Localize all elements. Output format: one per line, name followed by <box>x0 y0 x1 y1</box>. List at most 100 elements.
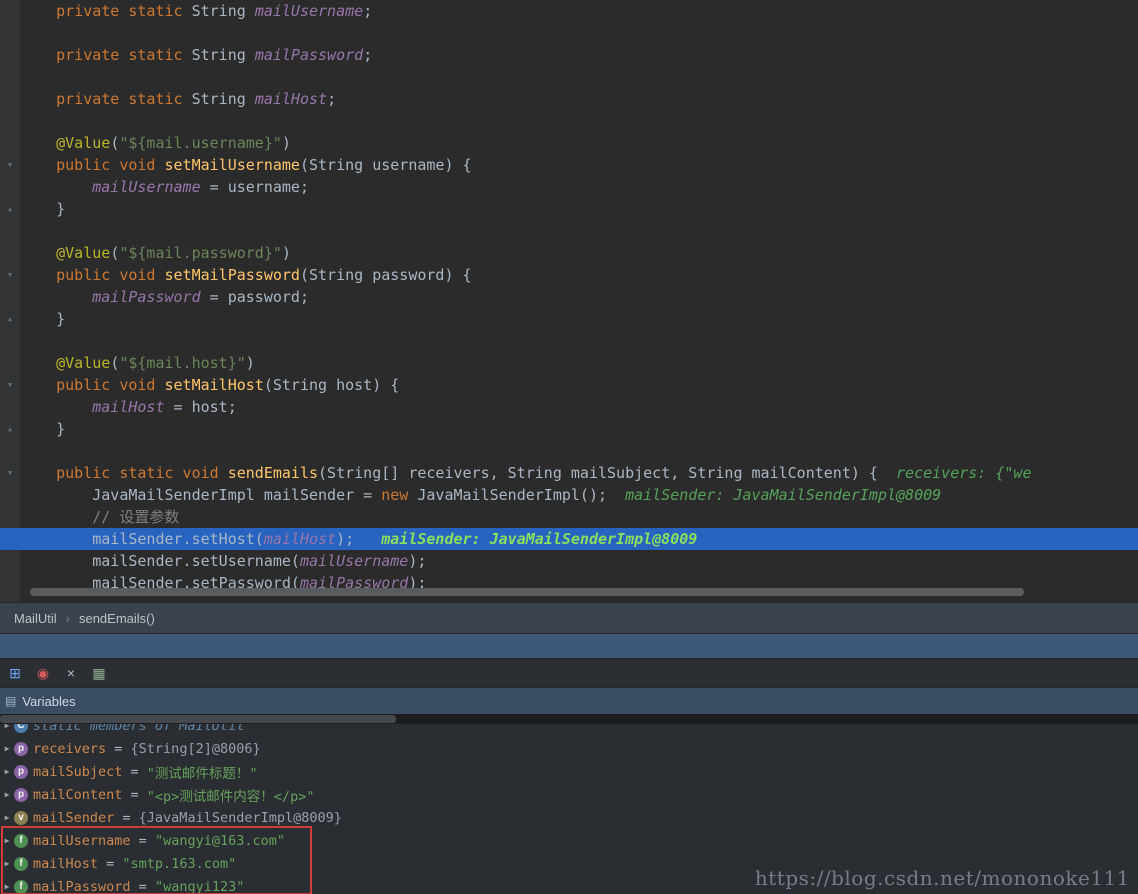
code-line[interactable]: private static String mailHost; <box>0 88 1138 110</box>
code-text: mailUsername = username; <box>20 176 1138 198</box>
code-line[interactable] <box>0 22 1138 44</box>
code-line[interactable] <box>0 66 1138 88</box>
code-token <box>20 288 92 306</box>
variable-name: receivers <box>33 741 106 757</box>
code-text: @Value("${mail.host}") <box>20 352 1138 374</box>
variable-row[interactable]: ▶vmailSender = {JavaMailSenderImpl@8009} <box>0 806 1138 829</box>
gutter-fold-icon[interactable]: ▴ <box>0 198 20 220</box>
code-token: @Value <box>56 134 110 152</box>
equals-sign: = <box>98 856 122 872</box>
code-token: sendEmails <box>228 464 318 482</box>
code-token: = username; <box>201 178 309 196</box>
gutter <box>0 572 20 594</box>
variables-panel-title: Variables <box>22 694 75 709</box>
code-line[interactable]: ▴ } <box>0 198 1138 220</box>
code-token: ; <box>363 46 372 64</box>
gutter <box>0 484 20 506</box>
code-text <box>20 22 1138 44</box>
gutter-fold-icon[interactable]: ▴ <box>0 308 20 330</box>
code-line[interactable]: @Value("${mail.username}") <box>0 132 1138 154</box>
parameter-icon: p <box>14 788 28 802</box>
code-token: String <box>192 2 255 20</box>
code-text <box>20 220 1138 242</box>
code-text: @Value("${mail.username}") <box>20 132 1138 154</box>
show-execution-point-icon[interactable]: ⊞ <box>6 664 24 682</box>
variable-row[interactable]: ▶fmailUsername = "wangyi@163.com" <box>0 829 1138 852</box>
code-line[interactable]: ▾ public void setMailPassword(String pas… <box>0 264 1138 286</box>
code-text: mailSender.setHost(mailHost); mailSender… <box>20 528 1138 550</box>
breadcrumb-item[interactable]: sendEmails() <box>79 611 155 626</box>
code-token: mailHost <box>264 530 336 548</box>
gutter-fold-icon[interactable]: ▴ <box>0 418 20 440</box>
gutter <box>0 396 20 418</box>
mute-breakpoints-icon[interactable]: × <box>62 664 80 682</box>
code-line[interactable]: private static String mailUsername; <box>0 0 1138 22</box>
gutter <box>0 242 20 264</box>
code-line[interactable]: mailPassword = password; <box>0 286 1138 308</box>
code-token: @Value <box>56 244 110 262</box>
code-line[interactable]: // 设置参数 <box>0 506 1138 528</box>
gutter <box>0 22 20 44</box>
code-token: JavaMailSenderImpl(); <box>417 486 607 504</box>
code-line[interactable] <box>0 220 1138 242</box>
code-text: JavaMailSenderImpl mailSender = new Java… <box>20 484 1138 506</box>
code-token: mailUsername <box>300 552 408 570</box>
variable-value: "smtp.163.com" <box>122 856 236 872</box>
breadcrumb-item[interactable]: MailUtil <box>14 611 57 626</box>
watermark-text: https://blog.csdn.net/mononoke111 <box>755 866 1130 890</box>
code-line[interactable]: mailUsername = username; <box>0 176 1138 198</box>
code-line[interactable]: ▾ public static void sendEmails(String[]… <box>0 462 1138 484</box>
code-line[interactable] <box>0 440 1138 462</box>
code-line[interactable]: ▾ public void setMailHost(String host) { <box>0 374 1138 396</box>
code-line[interactable]: ▾ public void setMailUsername(String use… <box>0 154 1138 176</box>
code-line[interactable]: ▴ } <box>0 418 1138 440</box>
variables-panel-header[interactable]: ▤ Variables <box>0 687 1138 714</box>
code-token <box>354 530 381 548</box>
expand-arrow-icon[interactable]: ▶ <box>0 744 14 753</box>
code-token <box>20 508 92 526</box>
view-breakpoints-icon[interactable]: ◉ <box>34 664 52 682</box>
gutter-fold-icon[interactable]: ▾ <box>0 374 20 396</box>
code-line[interactable]: mailSender.setUsername(mailUsername); <box>0 550 1138 572</box>
code-line[interactable]: JavaMailSenderImpl mailSender = new Java… <box>0 484 1138 506</box>
ide-window: private static String mailUsername; priv… <box>0 0 1138 894</box>
execution-line[interactable]: mailSender.setHost(mailHost); mailSender… <box>0 528 1138 550</box>
code-line[interactable]: ▴ } <box>0 308 1138 330</box>
expand-arrow-icon[interactable]: ▶ <box>0 859 14 868</box>
expand-arrow-icon[interactable]: ▶ <box>0 813 14 822</box>
variables-scrollbar-thumb[interactable] <box>0 715 396 723</box>
expand-arrow-icon[interactable]: ▶ <box>0 790 14 799</box>
variable-row[interactable]: ▶pmailSubject = "测试邮件标题！" <box>0 760 1138 783</box>
gutter <box>0 0 20 22</box>
gutter-fold-icon[interactable]: ▾ <box>0 154 20 176</box>
code-token: } <box>20 310 65 328</box>
expand-arrow-icon[interactable]: ▶ <box>0 836 14 845</box>
code-text: public void setMailUsername(String usern… <box>20 154 1138 176</box>
variable-row[interactable]: ▶preceivers = {String[2]@8006} <box>0 737 1138 760</box>
expand-arrow-icon[interactable]: ▶ <box>0 882 14 891</box>
variable-name: mailHost <box>33 856 98 872</box>
code-line[interactable]: @Value("${mail.password}") <box>0 242 1138 264</box>
code-line[interactable] <box>0 330 1138 352</box>
code-token: mailUsername <box>255 2 363 20</box>
code-line[interactable] <box>0 110 1138 132</box>
expand-arrow-icon[interactable]: ▶ <box>0 767 14 776</box>
variable-name: mailPassword <box>33 879 131 894</box>
code-line[interactable]: private static String mailPassword; <box>0 44 1138 66</box>
gutter-fold-icon[interactable]: ▾ <box>0 462 20 484</box>
gutter-fold-icon[interactable]: ▾ <box>0 264 20 286</box>
code-token: } <box>20 200 65 218</box>
code-token: ); <box>408 552 426 570</box>
equals-sign: = <box>131 833 155 849</box>
variable-name: mailSubject <box>33 764 122 780</box>
code-token: (String host) { <box>264 376 399 394</box>
code-line[interactable]: @Value("${mail.host}") <box>0 352 1138 374</box>
layout-icon[interactable]: ▦ <box>90 664 108 682</box>
code-token: (String password) { <box>300 266 472 284</box>
code-line[interactable]: mailHost = host; <box>0 396 1138 418</box>
variable-row[interactable]: ▶pmailContent = "<p>测试邮件内容！</p>" <box>0 783 1138 806</box>
code-token: String <box>192 46 255 64</box>
field-icon: f <box>14 880 28 894</box>
variables-scrollbar-track[interactable] <box>0 714 1138 724</box>
editor-hscrollbar[interactable] <box>30 588 1024 596</box>
